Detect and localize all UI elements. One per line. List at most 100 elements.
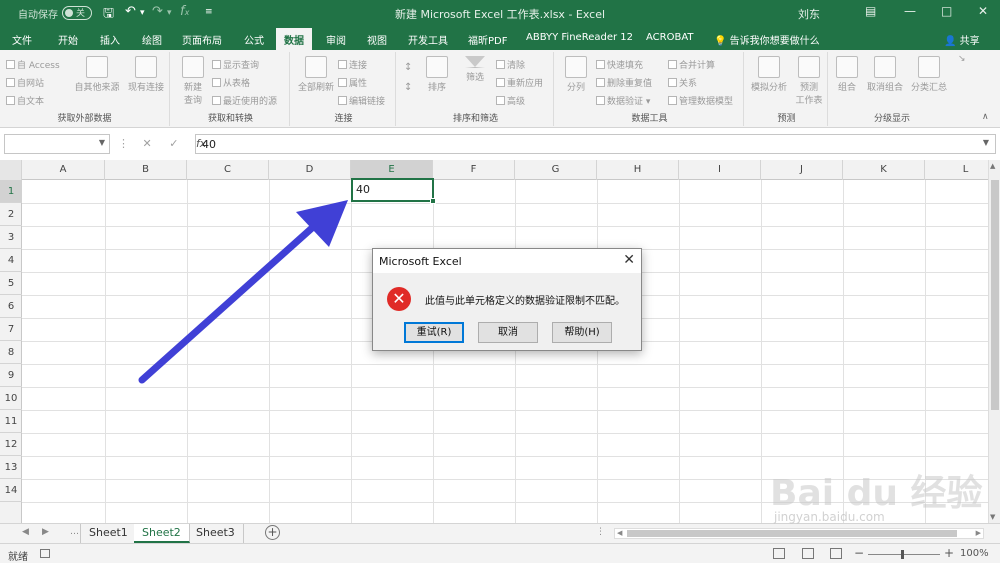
row-header[interactable]: 13 — [0, 456, 22, 479]
sheet-tab[interactable]: Sheet1 — [80, 524, 137, 543]
minimize-icon[interactable]: — — [904, 4, 916, 18]
recent-sources-button[interactable]: 最近使用的源 — [212, 94, 277, 107]
edit-links-button[interactable]: 编辑链接 — [338, 94, 385, 107]
tab-acrobat[interactable]: ACROBAT — [646, 32, 694, 43]
zoom-slider-knob[interactable] — [901, 550, 904, 559]
tab-page-layout[interactable]: 页面布局 — [182, 32, 222, 47]
tab-view[interactable]: 视图 — [367, 32, 387, 47]
tab-insert[interactable]: 插入 — [100, 32, 120, 47]
enter-icon[interactable]: ✓ — [169, 137, 178, 150]
row-header-selected[interactable]: 1 — [0, 180, 22, 203]
row-header[interactable]: 10 — [0, 387, 22, 410]
maximize-icon[interactable]: □ — [941, 4, 952, 18]
column-header[interactable]: C — [187, 160, 269, 180]
help-button[interactable]: 帮助(H) — [552, 322, 612, 343]
from-table-button[interactable]: 从表格 — [212, 76, 250, 89]
row-header[interactable]: 7 — [0, 318, 22, 341]
more-sheets-icon[interactable]: … — [70, 527, 79, 537]
outline-settings-icon[interactable]: ↘ — [958, 54, 966, 64]
normal-view-icon[interactable] — [773, 548, 785, 559]
relationships-button[interactable]: 关系 — [668, 76, 697, 89]
scroll-down-icon[interactable]: ▼ — [990, 513, 995, 521]
column-header[interactable]: I — [679, 160, 761, 180]
from-access-button[interactable]: 自 Access — [6, 58, 60, 71]
filter-button[interactable]: 筛选 — [460, 56, 490, 83]
column-header[interactable]: H — [597, 160, 679, 180]
row-header[interactable]: 4 — [0, 249, 22, 272]
column-header[interactable]: G — [515, 160, 597, 180]
cancel-button[interactable]: 取消 — [478, 322, 538, 343]
expand-formula-icon[interactable]: ▼ — [983, 138, 989, 147]
from-other-sources-button[interactable]: 自其他来源 — [72, 56, 122, 93]
existing-connections-button[interactable]: 现有连接 — [124, 56, 168, 93]
tell-me-search[interactable]: 💡 告诉我你想要做什么 — [714, 32, 820, 47]
ungroup-button[interactable]: 取消组合 — [864, 56, 906, 93]
column-header[interactable]: L — [925, 160, 988, 180]
advanced-button[interactable]: 高级 — [496, 94, 525, 107]
properties-button[interactable]: 属性 — [338, 76, 367, 89]
row-header[interactable]: 14 — [0, 479, 22, 502]
row-header[interactable]: 3 — [0, 226, 22, 249]
collapse-ribbon-icon[interactable]: ∧ — [982, 112, 989, 122]
what-if-analysis-button[interactable]: 模拟分析 — [748, 56, 790, 93]
zoom-level[interactable]: 100% — [960, 548, 989, 559]
row-header[interactable]: 9 — [0, 364, 22, 387]
sheet-tab-active[interactable]: Sheet2 — [134, 524, 190, 543]
row-header[interactable]: 8 — [0, 341, 22, 364]
new-query-button[interactable]: 新建 查询 — [176, 56, 210, 106]
close-icon[interactable]: ✕ — [623, 252, 635, 268]
sort-asc-icon[interactable]: ↕ — [404, 62, 412, 73]
connections-button[interactable]: 连接 — [338, 58, 367, 71]
share-button[interactable]: 👤 共享 — [944, 32, 980, 47]
scroll-thumb[interactable] — [627, 530, 957, 537]
column-header[interactable]: D — [269, 160, 351, 180]
clear-button[interactable]: 清除 — [496, 58, 525, 71]
scroll-thumb[interactable] — [991, 180, 999, 410]
data-validation-button[interactable]: 数据验证 ▾ — [596, 94, 650, 107]
column-header[interactable]: F — [433, 160, 515, 180]
scroll-right-icon[interactable]: ▶ — [976, 529, 981, 537]
fill-handle[interactable] — [430, 198, 436, 204]
column-header[interactable]: K — [843, 160, 925, 180]
sort-button[interactable]: 排序 — [422, 56, 452, 93]
from-text-button[interactable]: 自文本 — [6, 94, 44, 107]
horizontal-scrollbar[interactable]: ◀ ▶ — [614, 528, 984, 539]
column-header[interactable]: A — [22, 160, 105, 180]
tab-data[interactable]: 数据 — [276, 28, 312, 50]
tab-file[interactable]: 文件 — [12, 32, 32, 47]
text-to-columns-button[interactable]: 分列 — [558, 56, 594, 93]
tab-draw[interactable]: 绘图 — [142, 32, 162, 47]
column-header[interactable]: J — [761, 160, 843, 180]
page-layout-view-icon[interactable] — [802, 548, 814, 559]
forecast-sheet-button[interactable]: 预测 工作表 — [792, 56, 826, 106]
tab-foxit-pdf[interactable]: 福昕PDF — [468, 32, 507, 47]
tab-home[interactable]: 开始 — [58, 32, 78, 47]
page-break-view-icon[interactable] — [830, 548, 842, 559]
refresh-all-button[interactable]: 全部刷新 — [294, 56, 338, 93]
tab-abbyy[interactable]: ABBYY FineReader 12 — [526, 32, 633, 43]
scroll-up-icon[interactable]: ▲ — [990, 162, 995, 170]
manage-data-model-button[interactable]: 管理数据模型 — [668, 94, 733, 107]
tab-formulas[interactable]: 公式 — [244, 32, 264, 47]
sheet-prev-icon[interactable]: ◀ — [22, 527, 29, 537]
remove-duplicates-button[interactable]: 删除重复值 — [596, 76, 652, 89]
user-name[interactable]: 刘东 — [798, 6, 820, 22]
zoom-out-icon[interactable]: − — [854, 546, 864, 560]
retry-button[interactable]: 重试(R) — [404, 322, 464, 343]
flash-fill-button[interactable]: 快速填充 — [596, 58, 643, 71]
from-web-button[interactable]: 自网站 — [6, 76, 44, 89]
scroll-left-icon[interactable]: ◀ — [617, 529, 622, 537]
group-button[interactable]: 组合 — [832, 56, 862, 93]
active-cell-e1[interactable]: 40 — [351, 178, 436, 204]
show-queries-button[interactable]: 显示查询 — [212, 58, 259, 71]
macro-record-icon[interactable] — [40, 549, 50, 558]
tab-developer[interactable]: 开发工具 — [408, 32, 448, 47]
close-icon[interactable]: ✕ — [978, 4, 988, 18]
row-header[interactable]: 11 — [0, 410, 22, 433]
add-sheet-button[interactable]: + — [265, 525, 280, 540]
row-header[interactable]: 2 — [0, 203, 22, 226]
formula-input[interactable]: 40 ▼ — [195, 134, 996, 154]
vertical-scrollbar[interactable]: ▲ ▼ — [988, 160, 1000, 523]
zoom-slider[interactable] — [868, 554, 940, 555]
name-box[interactable]: ▼ — [4, 134, 110, 154]
